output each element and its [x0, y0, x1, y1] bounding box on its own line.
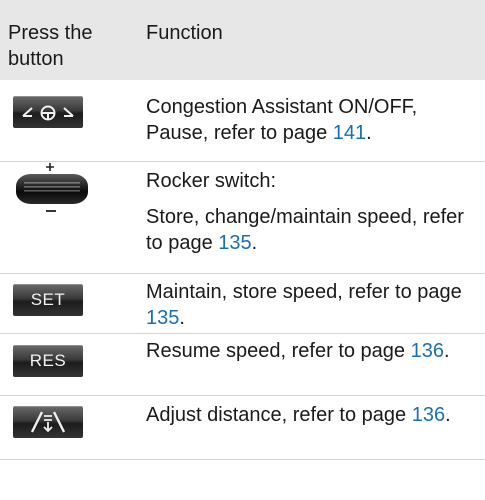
table-row: Congestion Assistant ON/OFF, Pause, refe…	[0, 80, 485, 162]
page-link[interactable]: 136	[412, 404, 445, 426]
congestion-assistant-button[interactable]	[13, 96, 83, 128]
table-row: RES Resume speed, refer to page 136.	[0, 334, 485, 396]
set-button[interactable]: SET	[13, 284, 83, 316]
distance-adjust-icon	[30, 411, 66, 433]
page-link[interactable]: 136	[411, 340, 444, 362]
function-description: Congestion Assistant ON/OFF, Pause, refe…	[146, 96, 418, 144]
function-table: Press the button Function Congestion Ass…	[0, 0, 485, 460]
page-link[interactable]: 135	[146, 307, 179, 329]
function-description: Rocker switch: Store, change/maintain sp…	[146, 162, 485, 273]
rocker-switch-icon[interactable]	[10, 162, 94, 216]
res-button[interactable]: RES	[13, 345, 83, 377]
page-link[interactable]: 135	[218, 232, 251, 254]
column-header-function: Function	[146, 22, 223, 44]
function-description: Maintain, store speed, refer to page 135…	[146, 281, 462, 329]
table-row: Adjust distance, refer to page 136.	[0, 396, 485, 460]
function-description: Resume speed, refer to page 136.	[146, 340, 450, 362]
table-row: Rocker switch: Store, change/maintain sp…	[0, 162, 485, 274]
congestion-assistant-icon	[22, 105, 74, 121]
column-header-press-button: Press the button	[8, 22, 93, 70]
function-description: Adjust distance, refer to page 136.	[146, 404, 451, 426]
table-header: Press the button Function	[0, 0, 485, 80]
rocker-switch-title: Rocker switch:	[146, 170, 277, 192]
distance-button[interactable]	[13, 406, 83, 438]
page-link[interactable]: 141	[333, 122, 366, 144]
table-row: SET Maintain, store speed, refer to page…	[0, 274, 485, 334]
